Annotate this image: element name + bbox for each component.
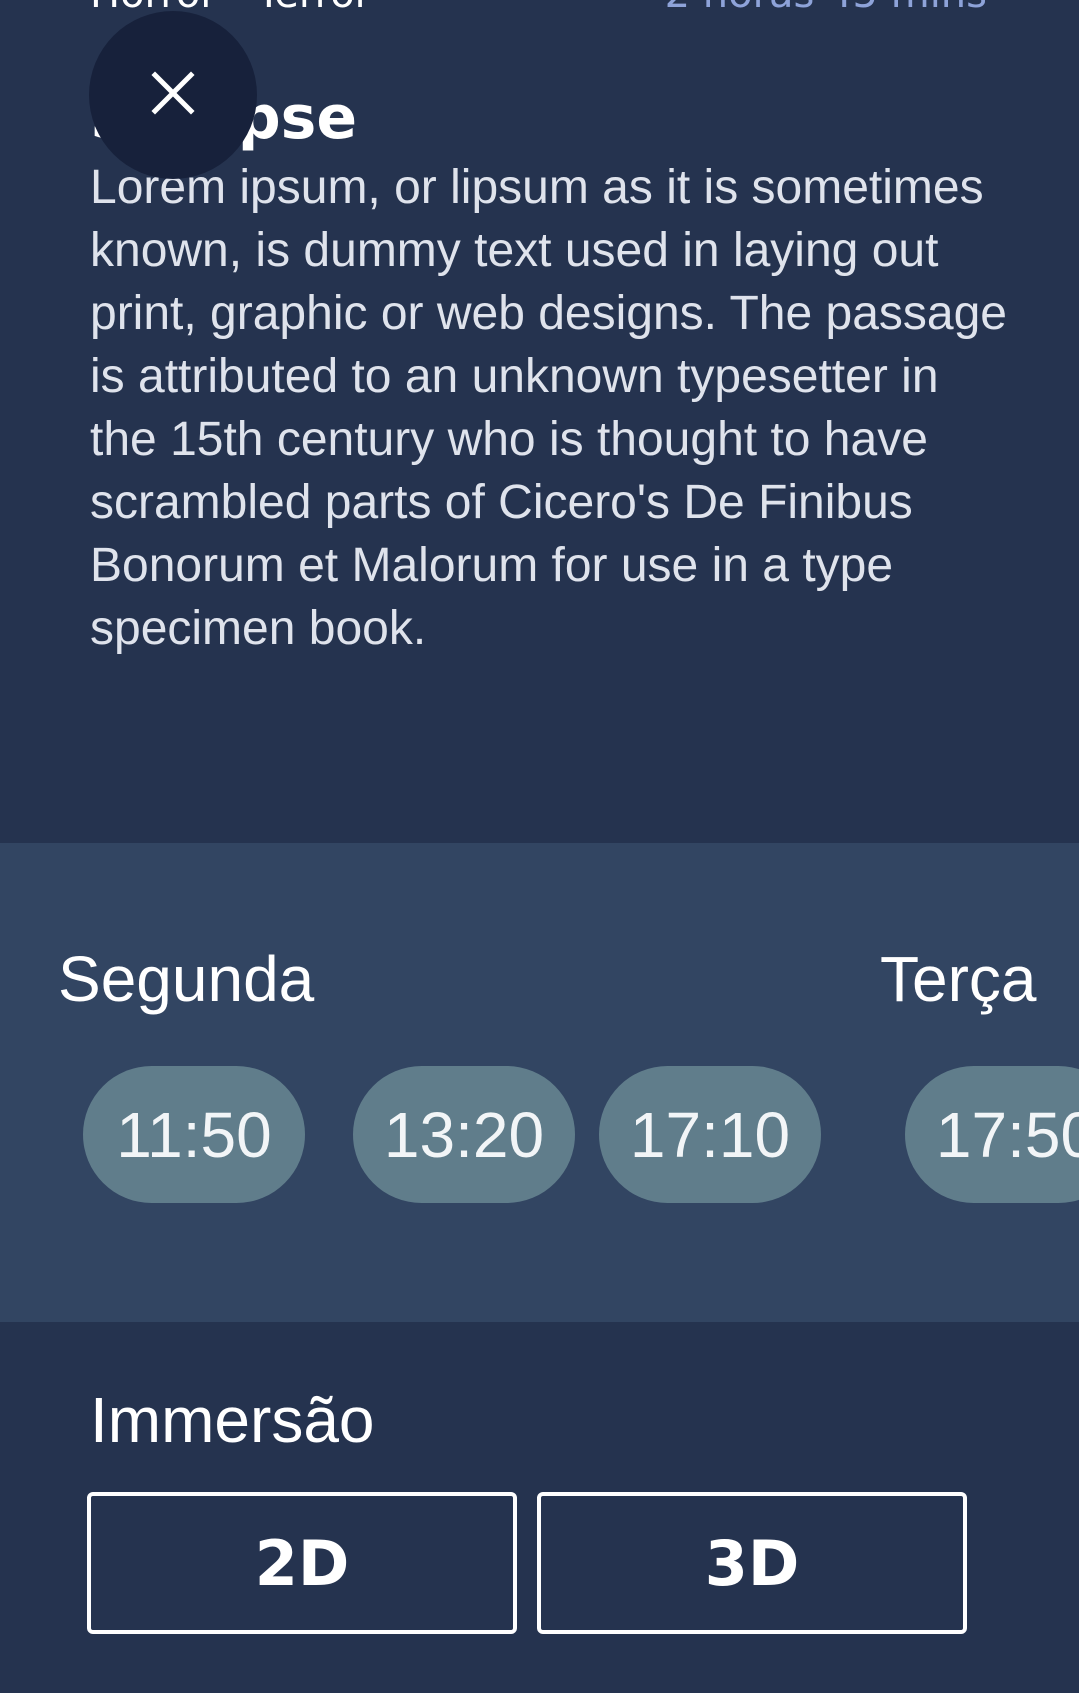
day-label-segunda[interactable]: Segunda [58,939,314,1019]
day-label-terca[interactable]: Terça [880,939,1037,1019]
format-3d-button[interactable]: 3D [537,1492,967,1634]
movie-genre: Horror - Terror [90,0,371,22]
movie-duration: 2 horas 45 mins [665,0,987,22]
immersion-title: Immersão [90,1384,375,1456]
movie-meta-row: Horror - Terror 2 horas 45 mins [90,0,987,22]
movie-details-page: Horror - Terror 2 horas 45 mins Sinopse … [0,0,1079,1693]
showtime-button[interactable]: 13:20 [353,1066,575,1203]
showtime-button[interactable]: 11:50 [83,1066,305,1203]
format-2d-button[interactable]: 2D [87,1492,517,1634]
schedule-section: Segunda Terça 11:50 13:20 17:10 17:50 [0,843,1079,1322]
close-icon [149,69,197,121]
showtime-button[interactable]: 17:10 [599,1066,821,1203]
close-button[interactable] [89,11,257,179]
showtime-button[interactable]: 17:50 [905,1066,1079,1203]
synopsis-text: Lorem ipsum, or lipsum as it is sometime… [90,161,1007,655]
